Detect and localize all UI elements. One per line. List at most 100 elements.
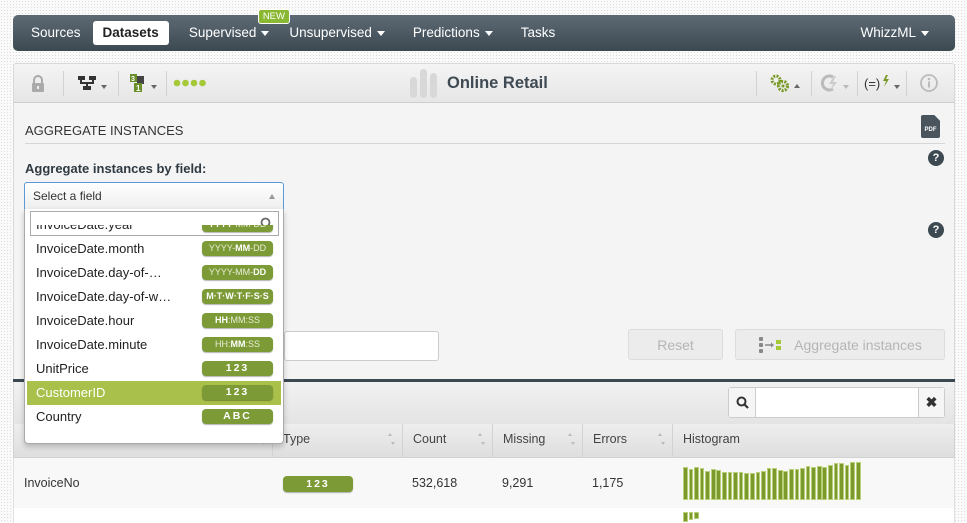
dropdown-option[interactable]: Country ABC [27, 405, 281, 429]
toolbar-divider [63, 71, 64, 96]
histogram-bar [716, 469, 722, 500]
column-header-type[interactable]: Type [273, 424, 403, 457]
table-row[interactable] [13, 508, 955, 523]
option-label: InvoiceDate.month [36, 241, 145, 256]
nav-label: Unsupervised [289, 25, 372, 40]
histogram-bar [794, 468, 800, 500]
dropdown-option[interactable]: InvoiceDate.year YYYY-MM-DD [27, 225, 281, 237]
status-dots-icon [173, 79, 206, 87]
dropdown-option[interactable]: InvoiceDate.day-of-… YYYY-MM-DD [27, 261, 281, 285]
histogram-bar [694, 512, 699, 519]
nav-label: Sources [31, 25, 81, 40]
histogram-bar [783, 470, 789, 500]
type-pill: YYYY-MM-DD [202, 241, 273, 256]
histogram-bar [816, 466, 822, 500]
sample-button[interactable]: 31 [126, 64, 160, 102]
reset-label: Reset [657, 336, 694, 353]
histogram-bar [850, 462, 856, 500]
field-histogram[interactable] [683, 458, 862, 500]
info-button[interactable] [916, 64, 942, 102]
fields-search-group: ✖ [728, 387, 945, 418]
toolbar-divider [857, 71, 858, 96]
histogram-bar [738, 471, 744, 500]
flatline-button[interactable]: (=) [863, 64, 901, 102]
column-label: Count [413, 432, 447, 446]
histogram-bar [839, 463, 844, 500]
clear-search-button[interactable]: ✖ [918, 388, 944, 417]
type-pill: ABC [202, 409, 273, 424]
aggregate-field-select[interactable]: Select a field [24, 182, 284, 210]
dropdown-option[interactable]: UnitPrice 123 [27, 357, 281, 381]
histogram-bar [744, 472, 750, 500]
nav-tasks[interactable]: Tasks [511, 21, 566, 45]
histogram-bar [766, 468, 772, 500]
table-row[interactable]: InvoiceNo 123 532,618 9,291 1,175 [13, 458, 955, 508]
histogram-bar [688, 469, 694, 500]
type-pill: HH:MM:SS [202, 337, 273, 352]
option-label: CustomerID [36, 385, 106, 400]
close-icon: ✖ [925, 394, 938, 410]
dataset-icon [410, 69, 437, 98]
dropdown-option[interactable]: InvoiceDate.hour HH:MM:SS [27, 309, 281, 333]
column-header-histogram: Histogram [673, 424, 955, 457]
help-icon[interactable]: ? [928, 222, 944, 238]
svg-text:(=): (=) [864, 76, 880, 91]
sample-dataset-icon: 31 [130, 74, 144, 93]
histogram-bar [822, 466, 828, 500]
histogram-bar [749, 472, 755, 500]
histogram-bar [688, 512, 694, 520]
aggregate-icon [759, 336, 782, 353]
type-pill: YYYY-MM-DD [202, 225, 273, 232]
fields-search-input[interactable] [756, 388, 918, 417]
svg-text:1: 1 [136, 84, 141, 93]
histogram-bar [683, 467, 688, 500]
search-button[interactable] [729, 388, 756, 417]
dropdown-option[interactable]: InvoiceDate.month YYYY-MM-DD [27, 237, 281, 261]
section-title: AGGREGATE INSTANCES [25, 123, 184, 138]
caret-down-icon [376, 30, 385, 36]
configure-button[interactable] [764, 64, 804, 102]
operations-input[interactable] [284, 331, 439, 361]
caret-up-icon [269, 194, 275, 199]
dropdown-option[interactable]: InvoiceDate.day-of-w… M·T·W·T·F·S·S [27, 285, 281, 309]
histogram-bar [761, 471, 766, 500]
field-histogram[interactable] [683, 512, 700, 523]
option-label: InvoiceDate.year [36, 225, 134, 232]
nav-unsupervised[interactable]: Unsupervised [279, 21, 395, 45]
type-pill: HH:MM:SS [202, 313, 273, 328]
column-header-count[interactable]: Count [403, 424, 493, 457]
dataset-title: Online Retail [447, 73, 548, 92]
field-missing: 9,291 [502, 476, 534, 490]
model-button[interactable] [72, 64, 112, 102]
nav-supervised[interactable]: Supervised NEW [179, 9, 290, 45]
info-icon [920, 74, 938, 92]
nav-whizzml[interactable]: WhizzML [850, 21, 939, 45]
column-header-missing[interactable]: Missing [493, 424, 583, 457]
histogram-bar [844, 464, 850, 500]
caret-up-icon [793, 84, 800, 88]
model-tree-icon [78, 76, 96, 90]
batch-prediction-button[interactable] [816, 64, 852, 102]
lock-button[interactable] [26, 64, 50, 102]
caret-down-icon [484, 30, 493, 36]
reset-button[interactable]: Reset [628, 329, 723, 360]
aggregate-instances-button[interactable]: Aggregate instances [735, 329, 945, 360]
type-pill: YYYY-MM-DD [202, 265, 273, 280]
nav-datasets[interactable]: Datasets [92, 21, 169, 45]
option-label: InvoiceDate.day-of-w… [36, 289, 172, 304]
histogram-bar [727, 471, 733, 500]
lock-icon [32, 74, 44, 92]
dropdown-option[interactable]: CustomerID 123 [27, 381, 281, 405]
histogram-bar [694, 467, 699, 500]
top-navigation: Sources Datasets Supervised NEW Unsuperv… [13, 9, 955, 51]
help-icon[interactable]: ? [928, 150, 944, 166]
search-icon [736, 396, 749, 409]
nav-predictions[interactable]: Predictions [403, 21, 503, 45]
type-pill: 123 [283, 475, 353, 492]
column-header-errors[interactable]: Errors [583, 424, 673, 457]
dropdown-option[interactable]: InvoiceDate.minute HH:MM:SS [27, 333, 281, 357]
option-label: InvoiceDate.day-of-… [36, 265, 162, 280]
option-label: InvoiceDate.minute [36, 337, 148, 352]
nav-sources[interactable]: Sources [21, 21, 91, 45]
pdf-icon[interactable]: PDF [921, 115, 940, 138]
